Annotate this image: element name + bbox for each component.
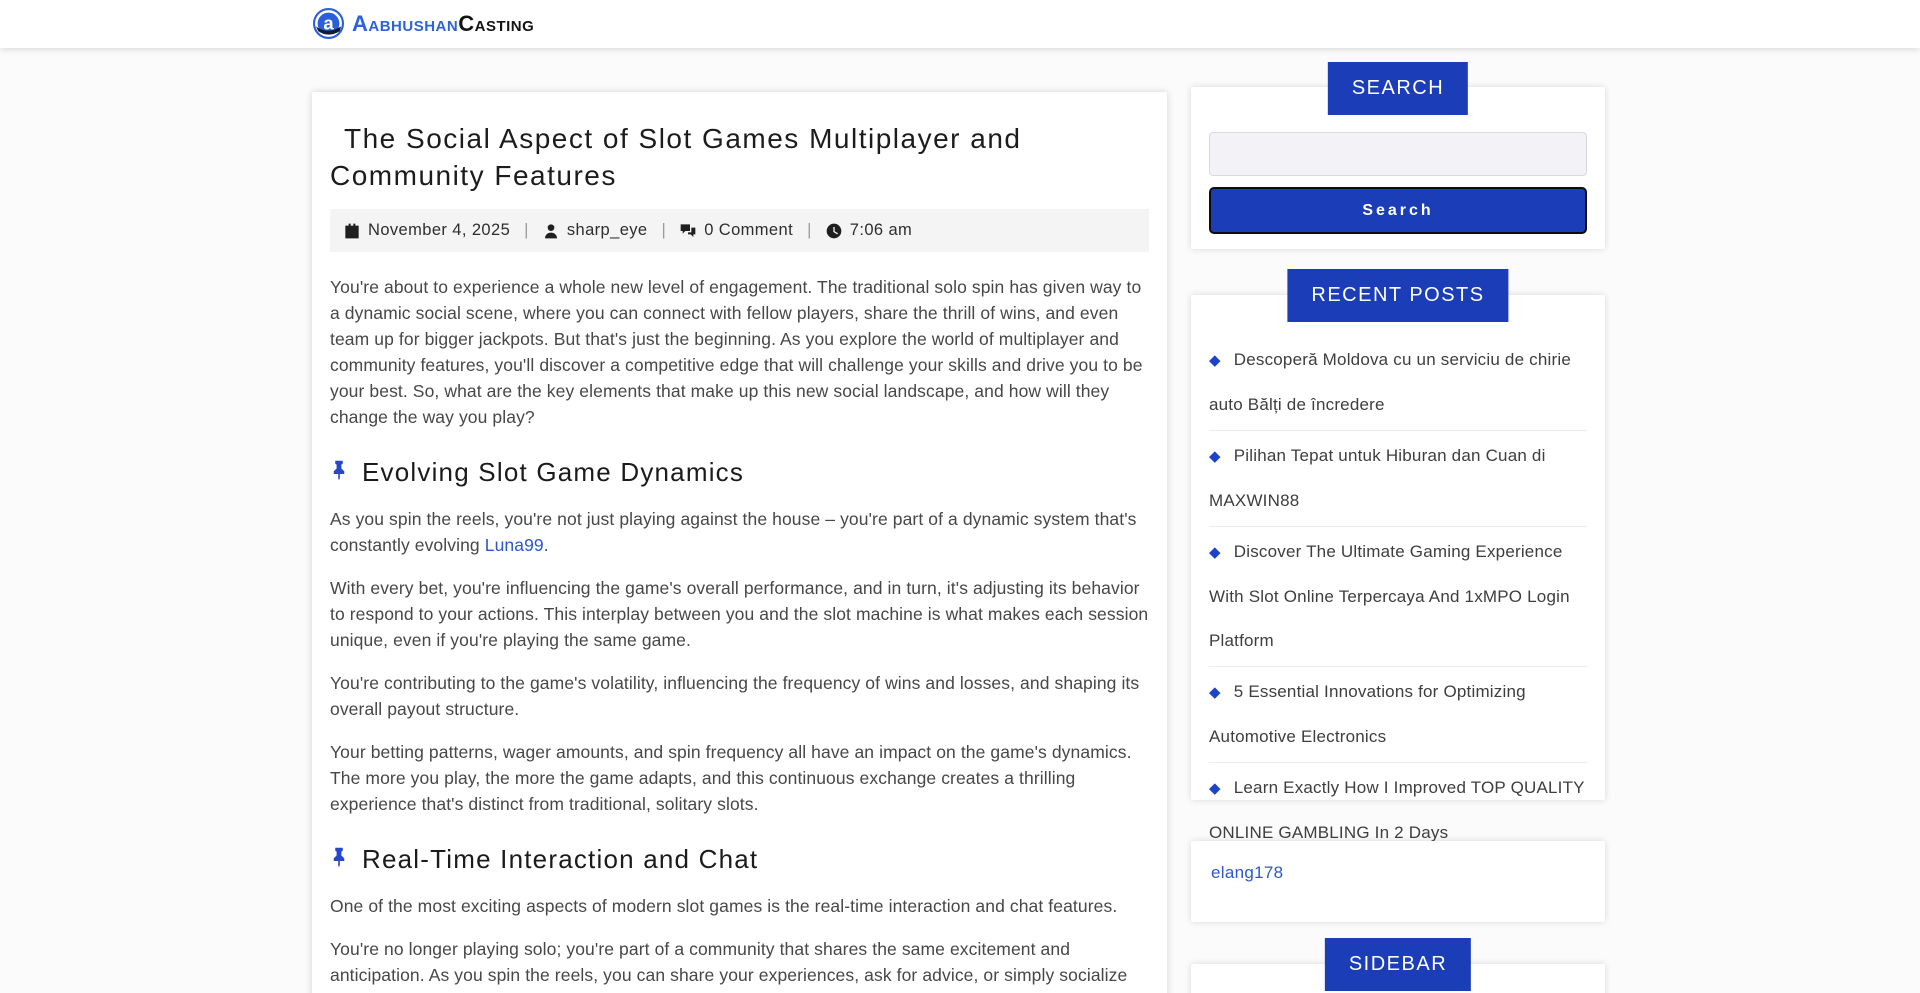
post-title: The Social Aspect of Slot Games Multipla… [330,120,1149,194]
search-button[interactable]: Search [1209,187,1587,234]
page: a AabhushanCasting The Social Aspect of … [0,0,1920,993]
logo-text: AabhushanCasting [352,11,534,37]
brand-name-first: Aabhushan [352,11,458,36]
calendar-icon [344,223,360,239]
recent-post-item: ◆Discover The Ultimate Gaming Experience… [1209,527,1587,667]
recent-post-link[interactable]: ◆5 Essential Innovations for Optimizing … [1209,667,1587,762]
pushpin-icon [330,456,348,488]
recent-post-text: Pilihan Tepat untuk Hiburan dan Cuan di … [1209,446,1546,510]
recent-post-text: Descoperă Moldova cu un serviciu de chir… [1209,350,1571,414]
recent-post-text: Discover The Ultimate Gaming Experience … [1209,542,1570,650]
post-time-text: 7:06 am [850,221,912,240]
recent-post-text: Learn Exactly How I Improved TOP QUALITY… [1209,778,1584,842]
sidebar-section-heading: SIDEBAR [1325,938,1471,991]
diamond-bullet-icon: ◆ [1209,544,1221,561]
article-paragraph: You're contributing to the game's volati… [330,670,1149,722]
diamond-bullet-icon: ◆ [1209,684,1221,701]
clock-icon [826,223,842,239]
promo-card: elang178 [1191,841,1605,922]
site-logo[interactable]: a AabhushanCasting [312,7,534,40]
recent-post-item: ◆5 Essential Innovations for Optimizing … [1209,667,1587,763]
site-header: a AabhushanCasting [0,0,1920,48]
recent-post-item: ◆Descoperă Moldova cu un serviciu de chi… [1209,335,1587,431]
post-date-text: November 4, 2025 [368,221,510,240]
article-paragraph: You're no longer playing solo; you're pa… [330,936,1149,993]
meta-separator: | [662,221,667,240]
diamond-bullet-icon: ◆ [1209,448,1221,465]
article-paragraph: You're about to experience a whole new l… [330,274,1149,430]
diamond-bullet-icon: ◆ [1209,780,1221,797]
section-heading: Evolving Slot Game Dynamics [330,456,1149,488]
post-date[interactable]: November 4, 2025 [344,221,510,240]
recent-post-link[interactable]: ◆Pilihan Tepat untuk Hiburan dan Cuan di… [1209,431,1587,526]
meta-separator: | [807,221,812,240]
brand-name-second: Casting [458,11,534,36]
search-widget-heading: SEARCH [1328,62,1468,115]
logo-circle-icon: a [312,7,345,40]
post-time[interactable]: 7:06 am [826,221,912,240]
pushpin-icon [330,843,348,875]
author-icon [543,223,559,239]
article-body: You're about to experience a whole new l… [330,274,1149,993]
recent-post-item: ◆Pilihan Tepat untuk Hiburan dan Cuan di… [1209,431,1587,527]
comments-icon [680,223,696,239]
promo-link[interactable]: elang178 [1211,863,1283,882]
search-input[interactable] [1209,132,1587,176]
inline-link[interactable]: Luna99 [485,535,544,555]
article-paragraph: As you spin the reels, you're not just p… [330,506,1149,558]
post-meta-bar: November 4, 2025 | sharp_eye | 0 Comment… [330,209,1149,252]
article-paragraph: One of the most exciting aspects of mode… [330,893,1149,919]
post-author-text: sharp_eye [567,221,648,240]
post-author[interactable]: sharp_eye [543,221,648,240]
recent-post-link[interactable]: ◆Discover The Ultimate Gaming Experience… [1209,527,1587,666]
article-paragraph: With every bet, you're influencing the g… [330,575,1149,653]
article-card: The Social Aspect of Slot Games Multipla… [312,92,1167,993]
recent-posts-heading: RECENT POSTS [1287,269,1508,322]
diamond-bullet-icon: ◆ [1209,352,1221,369]
recent-post-text: 5 Essential Innovations for Optimizing A… [1209,682,1526,746]
meta-separator: | [524,221,529,240]
svg-text:a: a [323,12,334,33]
recent-posts-list: ◆Descoperă Moldova cu un serviciu de chi… [1209,335,1587,859]
recent-post-link[interactable]: ◆Descoperă Moldova cu un serviciu de chi… [1209,335,1587,430]
article-paragraph: Your betting patterns, wager amounts, an… [330,739,1149,817]
post-comments[interactable]: 0 Comment [680,221,793,240]
recent-posts-card: ◆Descoperă Moldova cu un serviciu de chi… [1191,295,1605,800]
post-title-text: The Social Aspect of Slot Games Multipla… [330,123,1021,191]
section-heading: Real-Time Interaction and Chat [330,843,1149,875]
post-comments-text: 0 Comment [704,221,793,240]
